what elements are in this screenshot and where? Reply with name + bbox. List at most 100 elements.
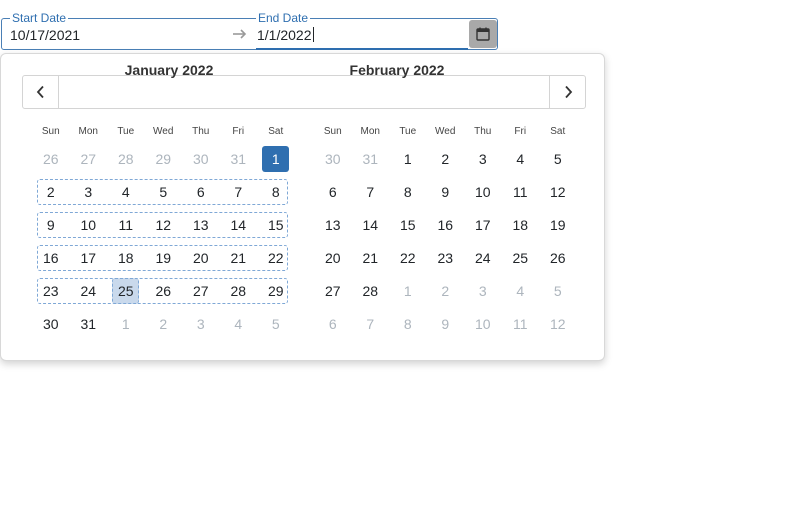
- day-cell[interactable]: 7: [352, 177, 390, 207]
- day-number: 29: [267, 283, 284, 299]
- day-number: 1: [403, 283, 412, 299]
- day-cell[interactable]: 30: [314, 144, 352, 174]
- start-date-value: 10/17/2021: [10, 27, 81, 43]
- day-cell[interactable]: 7: [352, 309, 390, 339]
- day-cell[interactable]: 8: [389, 309, 427, 339]
- day-number: 19: [155, 250, 172, 266]
- day-cell[interactable]: 3: [464, 144, 502, 174]
- day-cell[interactable]: 28: [107, 144, 145, 174]
- day-cell[interactable]: 5: [145, 177, 183, 207]
- day-cell[interactable]: 10: [70, 210, 108, 240]
- day-cell[interactable]: 9: [32, 210, 70, 240]
- day-cell[interactable]: 30: [182, 144, 220, 174]
- day-cell[interactable]: 2: [427, 144, 465, 174]
- day-cell[interactable]: 8: [257, 177, 295, 207]
- day-cell[interactable]: 1: [389, 144, 427, 174]
- day-cell[interactable]: 6: [314, 309, 352, 339]
- week-row: 30 31 1 2 3 4 5: [32, 309, 296, 342]
- day-cell[interactable]: 12: [145, 210, 183, 240]
- calendar-toggle-button[interactable]: [469, 20, 497, 48]
- day-number: 9: [46, 217, 55, 233]
- day-cell[interactable]: 12: [539, 309, 577, 339]
- day-cell[interactable]: 15: [389, 210, 427, 240]
- day-cell[interactable]: 26: [145, 276, 183, 306]
- day-cell[interactable]: 1: [389, 276, 427, 306]
- day-cell[interactable]: 2: [32, 177, 70, 207]
- day-cell[interactable]: 15: [257, 210, 295, 240]
- day-cell[interactable]: 16: [427, 210, 465, 240]
- day-cell[interactable]: 2: [427, 276, 465, 306]
- day-cell[interactable]: 27: [70, 144, 108, 174]
- day-cell[interactable]: 17: [464, 210, 502, 240]
- day-cell[interactable]: 5: [539, 276, 577, 306]
- day-cell-selected[interactable]: 1: [257, 144, 295, 174]
- day-cell[interactable]: 2: [145, 309, 183, 339]
- day-cell[interactable]: 30: [32, 309, 70, 339]
- day-cell[interactable]: 11: [502, 177, 540, 207]
- day-cell[interactable]: 16: [32, 243, 70, 273]
- day-cell[interactable]: 31: [352, 144, 390, 174]
- day-cell[interactable]: 4: [107, 177, 145, 207]
- day-cell[interactable]: 17: [70, 243, 108, 273]
- day-cell[interactable]: 21: [220, 243, 258, 273]
- day-cell[interactable]: 11: [502, 309, 540, 339]
- day-cell[interactable]: 24: [464, 243, 502, 273]
- day-cell[interactable]: 3: [464, 276, 502, 306]
- day-cell[interactable]: 10: [464, 177, 502, 207]
- day-cell[interactable]: 28: [220, 276, 258, 306]
- day-cell[interactable]: 28: [352, 276, 390, 306]
- next-month-button[interactable]: [549, 76, 585, 108]
- day-number: 27: [324, 283, 341, 299]
- day-cell[interactable]: 3: [70, 177, 108, 207]
- day-cell[interactable]: 29: [145, 144, 183, 174]
- day-cell[interactable]: 22: [389, 243, 427, 273]
- day-cell[interactable]: 10: [464, 309, 502, 339]
- day-cell[interactable]: 26: [539, 243, 577, 273]
- day-cell[interactable]: 22: [257, 243, 295, 273]
- day-cell[interactable]: 23: [427, 243, 465, 273]
- day-cell[interactable]: 26: [32, 144, 70, 174]
- day-cell[interactable]: 5: [539, 144, 577, 174]
- day-cell[interactable]: 9: [427, 177, 465, 207]
- previous-month-button[interactable]: [23, 76, 59, 108]
- day-cell[interactable]: 23: [32, 276, 70, 306]
- day-cell[interactable]: 14: [220, 210, 258, 240]
- day-cell[interactable]: 31: [70, 309, 108, 339]
- day-cell[interactable]: 21: [352, 243, 390, 273]
- start-date-field[interactable]: 10/17/2021: [10, 26, 220, 44]
- day-number: 28: [230, 283, 247, 299]
- day-cell[interactable]: 9: [427, 309, 465, 339]
- day-cell[interactable]: 18: [502, 210, 540, 240]
- day-cell[interactable]: 27: [314, 276, 352, 306]
- day-number: 22: [399, 250, 416, 266]
- day-cell-hovered[interactable]: 25: [107, 276, 145, 306]
- day-cell[interactable]: 20: [314, 243, 352, 273]
- weekday-label: Fri: [232, 126, 245, 137]
- day-cell[interactable]: 1: [107, 309, 145, 339]
- day-cell[interactable]: 13: [314, 210, 352, 240]
- day-cell[interactable]: 14: [352, 210, 390, 240]
- day-cell[interactable]: 4: [220, 309, 258, 339]
- day-cell[interactable]: 3: [182, 309, 220, 339]
- day-cell[interactable]: 13: [182, 210, 220, 240]
- day-cell[interactable]: 25: [502, 243, 540, 273]
- day-cell[interactable]: 31: [220, 144, 258, 174]
- day-cell[interactable]: 8: [389, 177, 427, 207]
- day-cell[interactable]: 6: [314, 177, 352, 207]
- day-cell[interactable]: 4: [502, 276, 540, 306]
- day-cell[interactable]: 20: [182, 243, 220, 273]
- day-cell[interactable]: 19: [145, 243, 183, 273]
- day-cell[interactable]: 18: [107, 243, 145, 273]
- day-cell[interactable]: 29: [257, 276, 295, 306]
- end-date-field[interactable]: 1/1/2022: [257, 26, 457, 44]
- day-cell[interactable]: 24: [70, 276, 108, 306]
- day-cell[interactable]: 27: [182, 276, 220, 306]
- day-cell[interactable]: 5: [257, 309, 295, 339]
- calendar-icon: [476, 27, 490, 41]
- day-cell[interactable]: 12: [539, 177, 577, 207]
- day-cell[interactable]: 4: [502, 144, 540, 174]
- day-cell[interactable]: 6: [182, 177, 220, 207]
- day-cell[interactable]: 19: [539, 210, 577, 240]
- day-cell[interactable]: 7: [220, 177, 258, 207]
- day-cell[interactable]: 11: [107, 210, 145, 240]
